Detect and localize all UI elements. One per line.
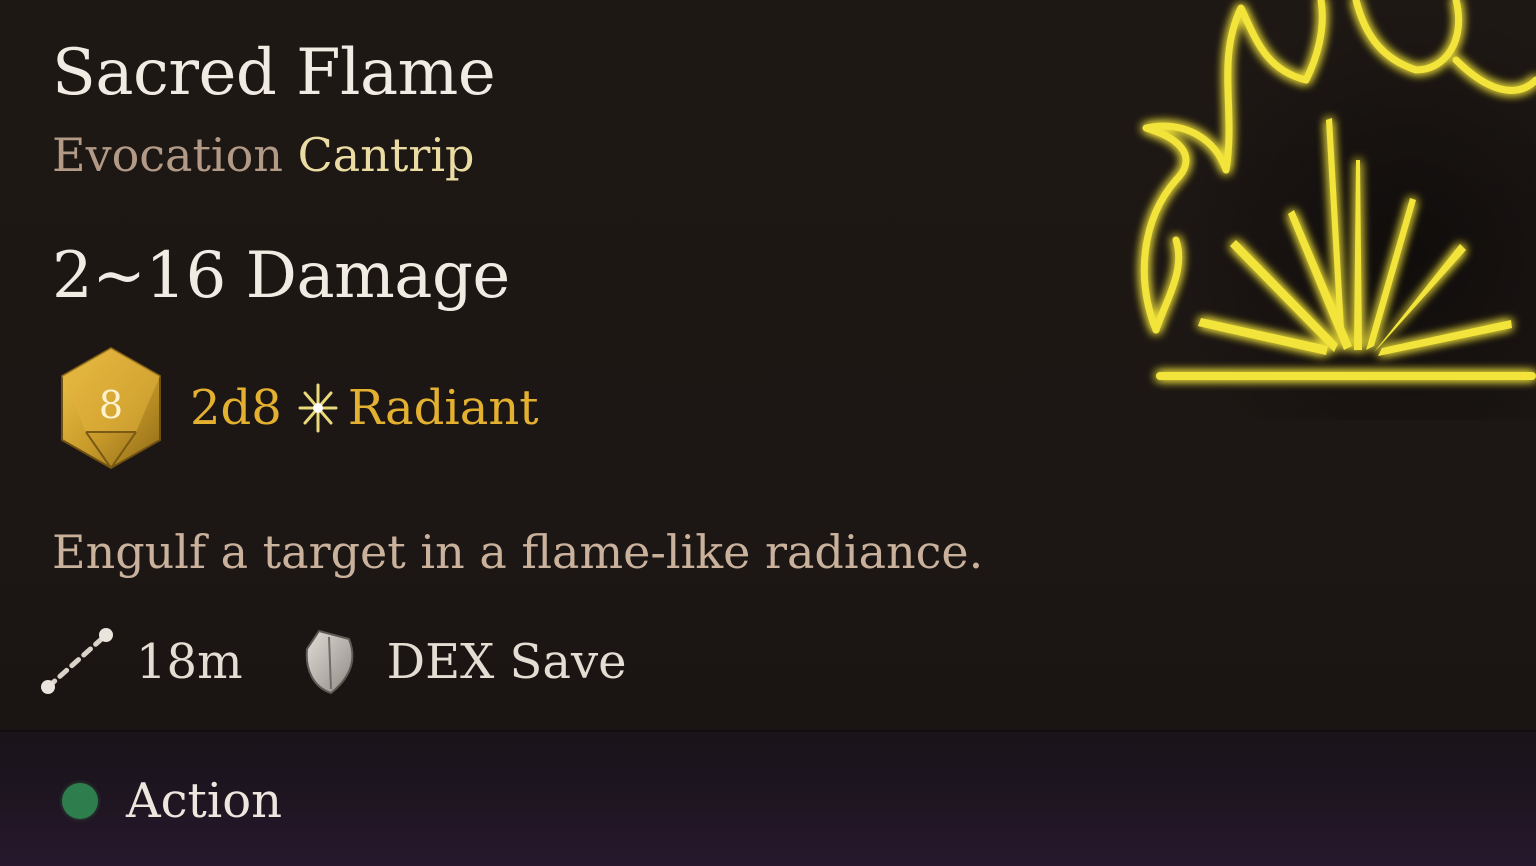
d8-die-icon: 8 — [61, 346, 161, 470]
spell-title: Sacred Flame — [52, 36, 496, 110]
range-icon — [41, 628, 113, 694]
spell-school: Evocation — [52, 128, 283, 182]
die-face-label: 8 — [99, 383, 123, 427]
save-type: DEX Save — [386, 634, 627, 690]
shield-icon — [305, 629, 353, 695]
sacred-flame-icon — [1116, 0, 1536, 420]
damage-type: Radiant — [347, 380, 539, 436]
damage-heading: 2~16 Damage — [52, 239, 510, 313]
action-cost-bar: Action — [0, 730, 1536, 866]
dice-formula: 2d8 — [190, 380, 282, 436]
spell-level: Cantrip — [297, 128, 475, 182]
spell-description: Engulf a target in a flame-like radiance… — [52, 525, 984, 579]
dice-info: 2d8 Radiant — [190, 380, 539, 436]
spell-properties: 18m DEX Save — [40, 624, 627, 700]
spell-tooltip: Sacred Flame Evocation Cantrip 2~16 Dama… — [0, 0, 1536, 866]
range-value: 18m — [136, 634, 243, 690]
spell-subtitle: Evocation Cantrip — [52, 123, 474, 187]
resource-label: Action — [126, 773, 282, 829]
action-dot-icon — [62, 783, 98, 819]
damage-dice-row: 8 2d8 Radiant — [56, 346, 539, 470]
resource-action: Action — [62, 766, 282, 836]
radiant-icon — [298, 383, 338, 433]
